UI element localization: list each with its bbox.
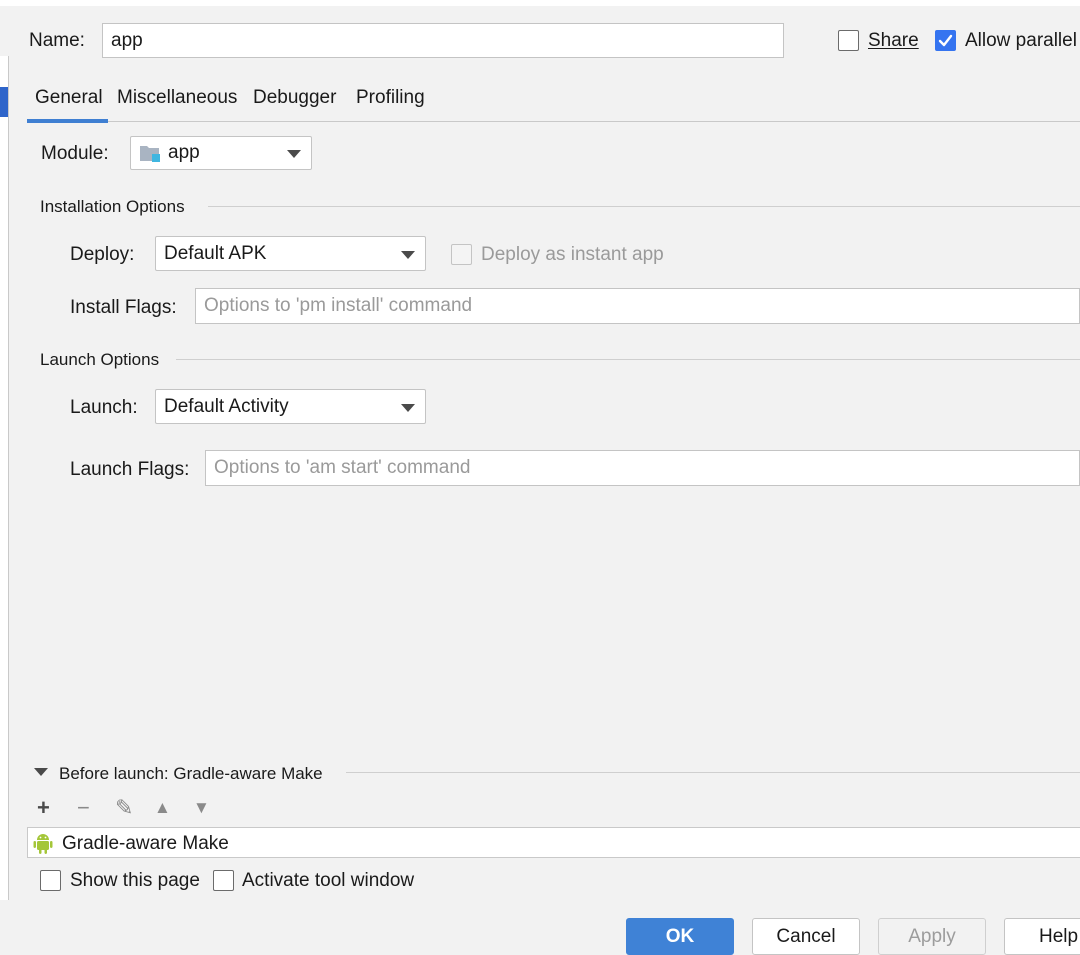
- launch-flags-label: Launch Flags:: [70, 459, 190, 480]
- module-label: Module:: [41, 143, 109, 164]
- launch-label: Launch:: [70, 397, 138, 418]
- activate-tool-window-label[interactable]: Activate tool window: [242, 871, 414, 890]
- show-page-checkbox[interactable]: [40, 870, 61, 891]
- share-label[interactable]: Share: [868, 31, 919, 50]
- installation-options-separator: [208, 206, 1080, 207]
- module-value: app: [168, 142, 200, 163]
- deploy-select[interactable]: Default APK: [155, 236, 426, 271]
- before-launch-title[interactable]: Before launch: Gradle-aware Make: [59, 765, 323, 782]
- instant-app-checkbox[interactable]: [451, 244, 472, 265]
- show-page-label[interactable]: Show this page: [70, 871, 200, 890]
- collapse-triangle-icon[interactable]: [34, 768, 48, 776]
- android-icon: [33, 834, 53, 854]
- name-input[interactable]: app: [102, 23, 784, 58]
- before-launch-list-item[interactable]: Gradle-aware Make: [27, 827, 1080, 858]
- folder-module-icon: [140, 146, 160, 162]
- before-launch-separator: [346, 772, 1080, 773]
- activate-tool-window-checkbox[interactable]: [213, 870, 234, 891]
- before-launch-item-label: Gradle-aware Make: [62, 833, 229, 854]
- share-checkbox[interactable]: [838, 30, 859, 51]
- launch-options-title: Launch Options: [40, 350, 160, 369]
- tab-bar-divider: [27, 121, 1080, 122]
- installation-options-title: Installation Options: [40, 197, 185, 216]
- name-label: Name:: [29, 30, 85, 51]
- chevron-down-icon: [401, 250, 415, 259]
- apply-button[interactable]: Apply: [878, 918, 986, 955]
- launch-select[interactable]: Default Activity: [155, 389, 426, 424]
- module-select[interactable]: app: [130, 136, 312, 170]
- instant-app-label: Deploy as instant app: [481, 244, 664, 265]
- install-flags-placeholder: Options to 'pm install' command: [204, 295, 473, 316]
- ok-button[interactable]: OK: [626, 918, 734, 955]
- tab-miscellaneous[interactable]: Miscellaneous: [117, 88, 237, 107]
- add-icon[interactable]: +: [37, 797, 50, 819]
- configurations-tree-edge[interactable]: [0, 56, 9, 900]
- tab-profiling[interactable]: Profiling: [356, 88, 425, 107]
- deploy-value: Default APK: [164, 242, 267, 264]
- tab-debugger[interactable]: Debugger: [253, 88, 336, 107]
- deploy-label: Deploy:: [70, 244, 135, 265]
- install-flags-input[interactable]: Options to 'pm install' command: [195, 288, 1080, 324]
- tab-selected-indicator: [27, 119, 108, 123]
- allow-parallel-checkbox[interactable]: [935, 30, 956, 51]
- launch-value: Default Activity: [164, 395, 289, 417]
- cancel-button[interactable]: Cancel: [752, 918, 860, 955]
- move-up-icon[interactable]: ▲: [154, 799, 171, 816]
- window-top-strip: [0, 0, 1080, 6]
- configurations-tree-selection[interactable]: [0, 87, 8, 117]
- checkmark-icon: [938, 34, 953, 47]
- allow-parallel-label[interactable]: Allow parallel: [965, 31, 1077, 50]
- launch-options-separator: [176, 359, 1080, 360]
- edit-icon[interactable]: ✎: [115, 797, 133, 819]
- chevron-down-icon: [287, 150, 301, 158]
- chevron-down-icon: [401, 403, 415, 412]
- install-flags-label: Install Flags:: [70, 297, 177, 318]
- tab-general[interactable]: General: [35, 88, 103, 107]
- remove-icon[interactable]: −: [77, 797, 90, 819]
- name-input-value: app: [111, 29, 143, 51]
- move-down-icon[interactable]: ▼: [193, 799, 210, 816]
- launch-flags-input[interactable]: Options to 'am start' command: [205, 450, 1080, 486]
- launch-flags-placeholder: Options to 'am start' command: [214, 457, 471, 478]
- help-button[interactable]: Help: [1004, 918, 1080, 955]
